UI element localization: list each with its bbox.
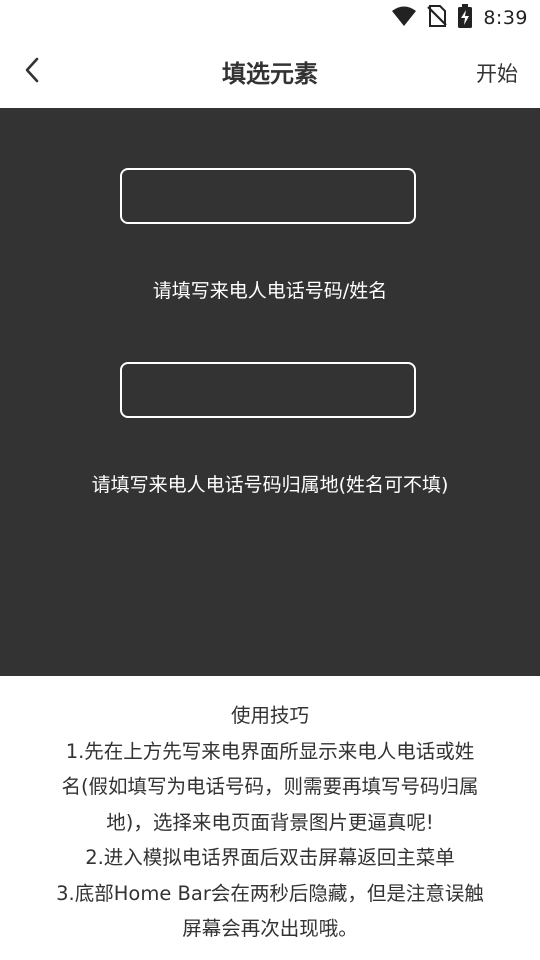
tips-line: 3.底部Home Bar会在两秒后隐藏，但是注意误触 [56, 881, 484, 905]
tips-section: 使用技巧 1.先在上方先写来电界面所显示来电人电话或姓 名(假如填写为电话号码，… [0, 676, 540, 960]
status-bar: 8:39 [0, 0, 540, 36]
caller-number-label: 请填写来电人电话号码/姓名 [152, 280, 388, 302]
tips-line: 地)，选择来电页面背景图片更逼真呢! [106, 810, 434, 834]
tips-line: 2.进入模拟电话界面后双击屏幕返回主菜单 [85, 846, 455, 869]
page: 8:39 填选元素 开始 请填写来电人电话号码/姓名 请填写来电人电话号码归属地… [0, 0, 540, 960]
status-icons: 8:39 [391, 4, 528, 32]
page-title: 填选元素 [222, 60, 318, 88]
start-button[interactable]: 开始 [476, 58, 518, 88]
no-sim-icon [427, 4, 448, 32]
caller-location-label: 请填写来电人电话号码归属地(姓名可不填) [91, 474, 449, 496]
input-panel: 请填写来电人电话号码/姓名 请填写来电人电话号码归属地(姓名可不填) [0, 108, 540, 676]
battery-charging-icon [457, 4, 473, 32]
tips-title: 使用技巧 [230, 704, 309, 727]
caller-location-input[interactable] [120, 362, 416, 418]
tips-line: 名(假如填写为电话号码，则需要再填写号码归属 [61, 775, 479, 798]
tips-line: 1.先在上方先写来电界面所显示来电人电话或姓 [65, 739, 475, 763]
status-time: 8:39 [483, 7, 528, 29]
header: 填选元素 开始 [0, 36, 540, 108]
caller-number-input[interactable] [120, 168, 416, 224]
tips-text: 使用技巧 1.先在上方先写来电界面所显示来电人电话或姓 名(假如填写为电话号码，… [18, 698, 522, 947]
wifi-icon [391, 5, 417, 31]
tips-line: 屏幕会再次出现哦。 [182, 917, 358, 940]
